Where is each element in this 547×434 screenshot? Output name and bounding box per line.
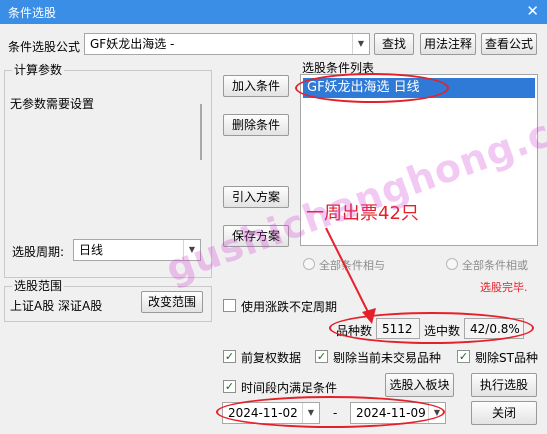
status-text: 选股完毕. — [480, 281, 528, 294]
logic-or-label: 全部条件相或 — [462, 259, 528, 272]
hit-value: 42/0.8% — [464, 318, 524, 339]
change-range-button[interactable]: 改变范围 — [141, 291, 203, 313]
logic-and-radio[interactable] — [303, 258, 315, 270]
chevron-down-icon[interactable]: ▼ — [352, 34, 369, 54]
delete-condition-button[interactable]: 删除条件 — [223, 114, 289, 136]
to-block-button[interactable]: 选股入板块 — [385, 373, 454, 397]
window-title: 条件选股 — [8, 6, 57, 20]
list-item[interactable]: GF妖龙出海选 日线 — [303, 78, 535, 98]
exclude-st-checkbox[interactable]: ✓ — [457, 350, 470, 363]
period-select[interactable]: 日线 ▼ — [73, 239, 201, 261]
period-label: 选股周期: — [12, 245, 65, 259]
count-label: 品种数 — [336, 324, 373, 338]
formula-select[interactable]: GF妖龙出海选 - ▼ — [84, 33, 370, 55]
formula-label: 条件选股公式 — [8, 40, 81, 54]
close-button[interactable]: 关闭 — [471, 401, 537, 425]
use-limit-checkbox[interactable] — [223, 299, 236, 312]
calc-params-title: 计算参数 — [12, 63, 65, 77]
exclude-st-label: 剔除ST品种 — [475, 351, 538, 365]
date-separator: - — [333, 406, 338, 420]
formula-value: GF妖龙出海选 - — [90, 37, 175, 51]
start-date-field[interactable]: 2024-11-02 ▼ — [222, 402, 320, 424]
range-title: 选股范围 — [12, 279, 65, 293]
add-condition-button[interactable]: 加入条件 — [223, 75, 289, 97]
period-value: 日线 — [79, 243, 104, 257]
count-value: 5112 — [376, 318, 420, 339]
import-scheme-button[interactable]: 引入方案 — [223, 186, 289, 208]
find-button[interactable]: 查找 — [374, 33, 414, 55]
view-formula-button[interactable]: 查看公式 — [481, 33, 537, 55]
exclude-untraded-checkbox[interactable]: ✓ — [315, 350, 328, 363]
close-icon[interactable]: ✕ — [526, 2, 539, 20]
params-scrollbar[interactable] — [200, 104, 202, 160]
start-date-value: 2024-11-02 — [228, 406, 298, 420]
exclude-untraded-label: 剔除当前未交易品种 — [333, 351, 442, 365]
use-limit-label: 使用涨跌不定周期 — [241, 300, 338, 314]
chevron-down-icon[interactable]: ▼ — [183, 240, 200, 260]
logic-or-radio[interactable] — [446, 258, 458, 270]
adjust-checkbox[interactable]: ✓ — [223, 350, 236, 363]
end-date-field[interactable]: 2024-11-09 ▼ — [350, 402, 446, 424]
chevron-down-icon[interactable]: ▼ — [302, 403, 319, 423]
annotation-text: 一周出票42只 — [303, 202, 422, 226]
condition-stock-dialog: 条件选股 ✕ 条件选股公式 GF妖龙出海选 - ▼ 查找 用法注释 查看公式 计… — [0, 0, 547, 434]
title-bar: 条件选股 ✕ — [0, 0, 547, 24]
run-select-button[interactable]: 执行选股 — [471, 373, 537, 397]
period-cond-checkbox[interactable]: ✓ — [223, 380, 236, 393]
usage-button[interactable]: 用法注释 — [420, 33, 476, 55]
calc-params-text: 无参数需要设置 — [10, 97, 95, 111]
range-text: 上证A股 深证A股 — [10, 299, 103, 313]
save-scheme-button[interactable]: 保存方案 — [223, 225, 289, 247]
hit-label: 选中数 — [424, 324, 461, 338]
end-date-value: 2024-11-09 — [356, 406, 426, 420]
chevron-down-icon[interactable]: ▼ — [428, 403, 445, 423]
adjust-label: 前复权数据 — [241, 351, 302, 365]
period-cond-label: 时间段内满足条件 — [241, 381, 338, 395]
